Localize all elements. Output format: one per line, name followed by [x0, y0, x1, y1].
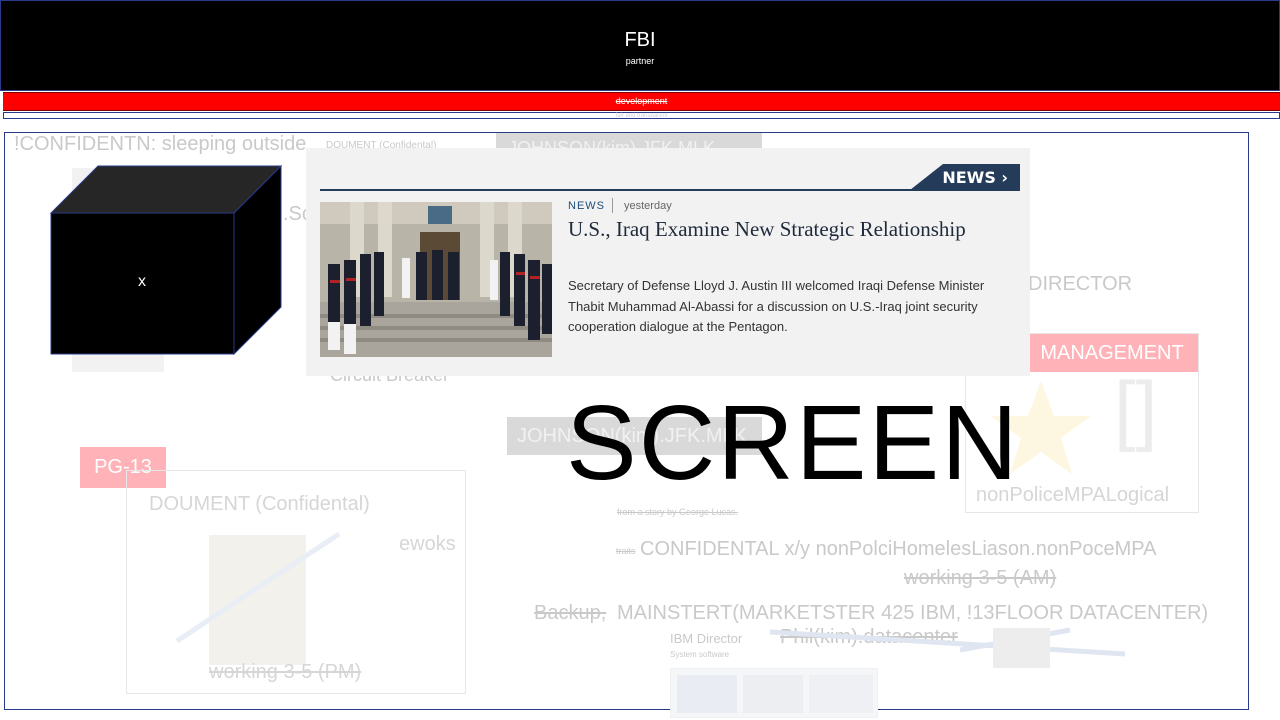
news-tab-button[interactable]: NEWS › [910, 164, 1020, 190]
header-subtitle: partner [625, 56, 655, 66]
confidential-heading: !CONFIDENTN: sleeping outside [14, 133, 307, 155]
faded-stroke [175, 531, 341, 644]
traits-label: traits [616, 546, 636, 556]
news-body: Secretary of Defense Lloyd J. Austin III… [568, 278, 985, 334]
screen-overlay-text: SCREEN [566, 384, 1020, 502]
backup-label: Backup, [534, 602, 607, 624]
news-date: yesterday [624, 200, 672, 212]
faded-thumbnail [993, 628, 1050, 668]
news-category: NEWS [568, 200, 605, 212]
sub-banner-label: fair and transparent [615, 113, 668, 119]
working-pm-label: working 3-5 (PM) [209, 661, 362, 683]
news-divider [612, 198, 613, 213]
cube-label: x [138, 273, 146, 290]
management-label: MANAGEMENT [1026, 334, 1198, 372]
bracket-glyph: [] [1114, 365, 1158, 453]
news-tab-label: NEWS › [942, 168, 1008, 187]
faded-screenshot [670, 668, 878, 718]
header-title: FBI [624, 29, 656, 51]
director-label: DIRECTOR [1028, 273, 1133, 295]
faded-lines [769, 627, 1126, 657]
development-banner: development [3, 92, 1280, 111]
news-card[interactable]: NEWS › NEWS yesterday U.S., Iraq Examine… [306, 148, 1030, 376]
from-story-label: from a story by George Lucas. [617, 507, 739, 517]
working-am-label: working 3-5 (AM) [904, 567, 1057, 589]
system-software-label: System software [670, 650, 730, 659]
development-label: development [615, 96, 668, 106]
ibm-director-label: IBM Director [670, 631, 743, 646]
doument-card: DOUMENT (Confidental) ewoks working 3-5 … [126, 470, 466, 694]
ewoks-label: ewoks [399, 533, 456, 555]
doument-card-title: DOUMENT (Confidental) [149, 493, 370, 515]
header-bar: FBI partner [0, 0, 1280, 91]
news-headline-link[interactable]: U.S., Iraq Examine New Strategic Relatio… [568, 217, 966, 242]
confidental-line: CONFIDENTAL x/y nonPolciHomelesLiason.no… [640, 538, 1157, 560]
cube-shape: x [50, 165, 282, 355]
news-photo[interactable] [320, 202, 552, 357]
sub-banner: fair and transparent [3, 112, 1280, 119]
